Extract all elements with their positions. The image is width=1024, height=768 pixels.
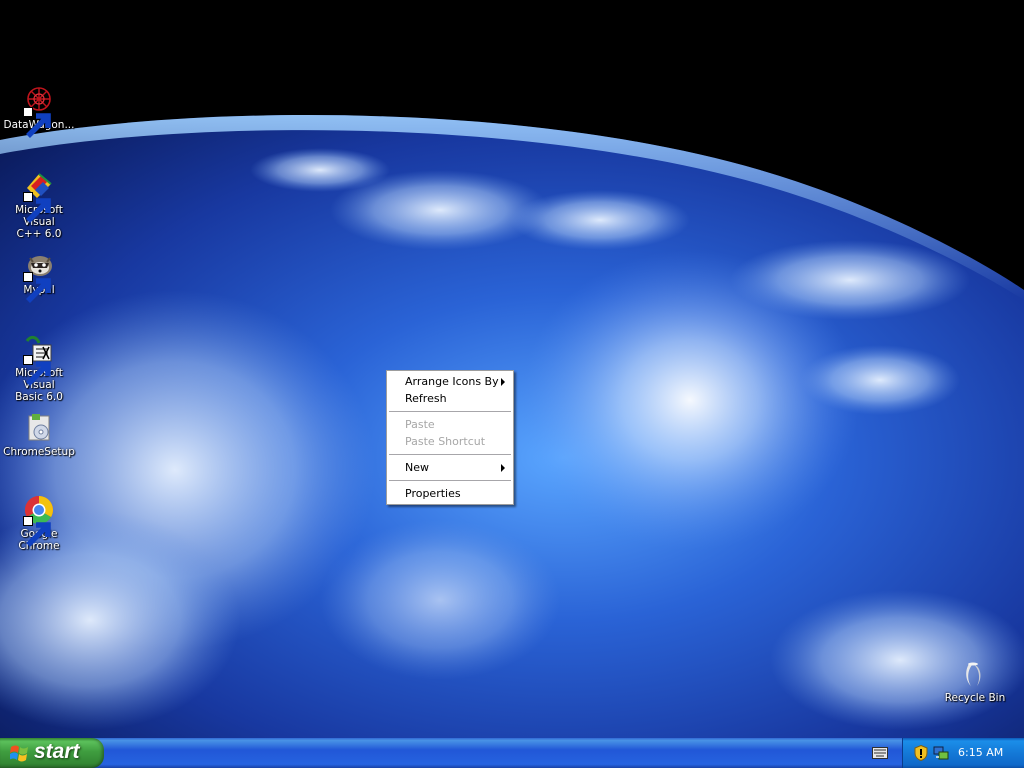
menu-item-refresh[interactable]: Refresh (387, 390, 513, 407)
desktop-icon-visual-cpp[interactable]: Microsoft Visual C++ 6.0 (0, 170, 78, 240)
shortcut-arrow-icon (23, 272, 51, 303)
menu-item-label: Refresh (405, 392, 447, 405)
desktop-icon-recycle-bin[interactable]: Recycle Bin (936, 658, 1014, 704)
menu-item-label: Arrange Icons By (405, 375, 499, 388)
menu-item-paste-shortcut: Paste Shortcut (387, 433, 513, 450)
desktop-context-menu: Arrange Icons By Refresh Paste Paste Sho… (386, 370, 514, 505)
menu-item-label: Paste Shortcut (405, 435, 486, 448)
menu-item-label: New (405, 461, 429, 474)
system-tray: 6:15 AM (902, 738, 1024, 768)
menu-item-label: Paste (405, 418, 435, 431)
desktop-icon-label: Recycle Bin (944, 692, 1006, 704)
submenu-arrow-icon (501, 464, 505, 472)
recycle-bin-icon (966, 662, 981, 686)
menu-item-arrange-icons-by[interactable]: Arrange Icons By (387, 373, 513, 390)
menu-item-properties[interactable]: Properties (387, 485, 513, 502)
windows-logo-icon (10, 745, 28, 762)
shortcut-arrow-icon (23, 192, 51, 223)
desktop-icon-datawagon[interactable]: DataWagon... (0, 85, 78, 138)
security-shield-icon[interactable] (914, 745, 928, 761)
desktop-icon-mypal[interactable]: Mypal (0, 250, 78, 303)
shortcut-arrow-icon (23, 107, 51, 138)
desktop-icon-label: ChromeSetup (3, 446, 75, 458)
keyboard-language-icon[interactable] (872, 747, 888, 759)
menu-separator (389, 454, 511, 455)
network-icon[interactable] (933, 745, 949, 761)
menu-separator (389, 411, 511, 412)
submenu-arrow-icon (501, 378, 505, 386)
desktop-icon-chromesetup[interactable]: ChromeSetup (0, 412, 78, 458)
start-label: start (34, 740, 80, 763)
installer-icon (28, 414, 50, 441)
earth-wallpaper (0, 0, 1024, 738)
menu-item-new[interactable]: New (387, 459, 513, 476)
menu-item-paste: Paste (387, 416, 513, 433)
clock[interactable]: 6:15 AM (958, 746, 1003, 759)
menu-separator (389, 480, 511, 481)
shortcut-arrow-icon (23, 516, 51, 547)
desktop-icon-google-chrome[interactable]: Google Chrome (0, 494, 78, 552)
desktop[interactable]: DataWagon... Microsoft Visual C++ 6.0 My… (0, 0, 1024, 738)
shortcut-arrow-icon (23, 355, 51, 386)
start-button[interactable]: start (0, 738, 104, 768)
desktop-icon-visual-basic[interactable]: Microsoft Visual Basic 6.0 (0, 333, 78, 403)
taskbar: start 6:15 AM (0, 738, 1024, 768)
menu-item-label: Properties (405, 487, 461, 500)
